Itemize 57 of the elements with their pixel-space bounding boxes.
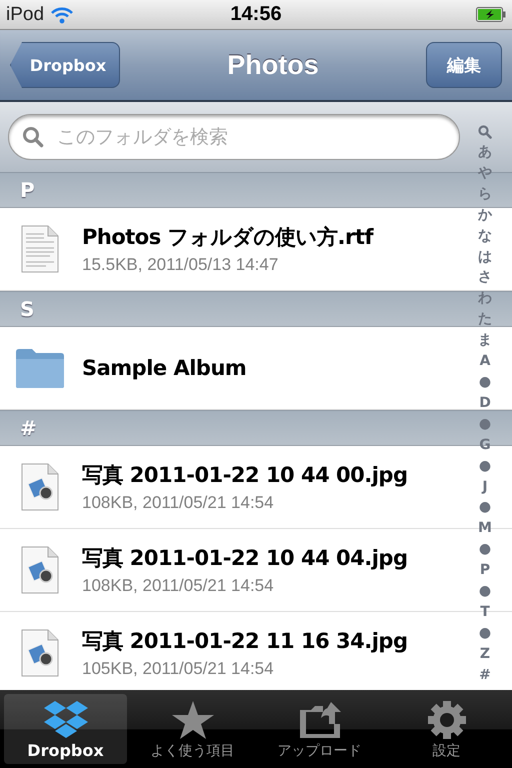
index-letter[interactable]: か — [478, 204, 492, 226]
carrier-name: iPod — [6, 4, 44, 26]
index-letter[interactable]: ● — [478, 581, 492, 602]
file-name: Photos フォルダの使い方.rtf — [82, 224, 374, 251]
file-details: 108KB, 2011/05/21 14:54 — [82, 576, 275, 596]
index-letter[interactable]: D — [479, 392, 491, 414]
tab-item[interactable]: アップロード — [258, 694, 381, 764]
index-letter[interactable]: T — [480, 602, 490, 623]
index-letter[interactable]: J — [482, 476, 488, 498]
index-letter[interactable]: ● — [478, 622, 492, 644]
document-icon — [20, 224, 60, 274]
index-letter[interactable]: P — [480, 560, 490, 582]
file-row[interactable]: Sample Album — [0, 327, 462, 409]
file-row[interactable]: 写真 2011-01-22 11 16 34.jpg 105KB, 2011/05/21 14:54 — [0, 612, 462, 690]
file-details: 108KB, 2011/05/21 14:54 — [82, 493, 275, 513]
star-icon — [170, 700, 216, 740]
image-file-icon — [20, 628, 60, 678]
screen-title: Photos — [227, 50, 319, 80]
search-field[interactable]: このフォルダを検索 — [8, 114, 460, 160]
file-details: 15.5KB, 2011/05/13 14:47 — [82, 255, 280, 275]
file-name: 写真 2011-01-22 10 44 00.jpg — [82, 462, 408, 489]
clock-time: 14:56 — [230, 3, 282, 26]
file-name: 写真 2011-01-22 11 16 34.jpg — [82, 628, 408, 655]
file-row[interactable]: 写真 2011-01-22 10 44 04.jpg 108KB, 2011/05/21 14:54 — [0, 529, 462, 611]
image-file-icon — [20, 462, 60, 512]
index-letter[interactable]: ● — [478, 497, 492, 518]
index-letter[interactable]: あ — [478, 142, 492, 163]
index-letter[interactable]: ま — [478, 330, 492, 352]
index-letter[interactable]: や — [478, 162, 492, 184]
tab-item[interactable]: 設定 — [385, 694, 508, 764]
index-letter[interactable]: M — [478, 518, 492, 540]
search-icon — [22, 126, 44, 148]
file-name: Sample Album — [82, 356, 246, 380]
search-icon[interactable] — [478, 125, 492, 139]
index-letter[interactable]: ● — [478, 372, 492, 393]
file-row[interactable]: 写真 2011-01-22 10 44 00.jpg 108KB, 2011/05/21 14:54 — [0, 446, 462, 528]
tab-item[interactable]: よく使う項目 — [131, 694, 254, 764]
index-letter[interactable]: さ — [478, 267, 492, 288]
file-name: 写真 2011-01-22 10 44 04.jpg — [82, 545, 408, 572]
index-letter[interactable]: ら — [478, 184, 492, 205]
index-letter[interactable]: A — [480, 351, 490, 372]
index-letter[interactable]: Z — [480, 644, 490, 665]
edit-button[interactable]: 編集 — [426, 42, 502, 88]
index-letter[interactable]: ● — [478, 539, 492, 560]
wifi-icon — [50, 6, 74, 24]
index-letter[interactable]: は — [478, 246, 492, 268]
index-letter[interactable]: た — [478, 309, 492, 330]
folder-icon — [14, 346, 66, 390]
index-letter[interactable]: な — [478, 226, 492, 247]
index-letter[interactable]: # — [479, 664, 491, 686]
image-file-icon — [20, 545, 60, 595]
back-button[interactable]: Dropbox — [10, 42, 120, 88]
open-box-icon — [42, 699, 88, 739]
index-letter[interactable]: ● — [478, 456, 492, 476]
file-details: 105KB, 2011/05/21 14:54 — [82, 659, 275, 679]
file-row[interactable]: Photos フォルダの使い方.rtf 15.5KB, 2011/05/13 14:47 — [0, 208, 462, 290]
tab-item[interactable]: Dropbox — [4, 694, 127, 764]
